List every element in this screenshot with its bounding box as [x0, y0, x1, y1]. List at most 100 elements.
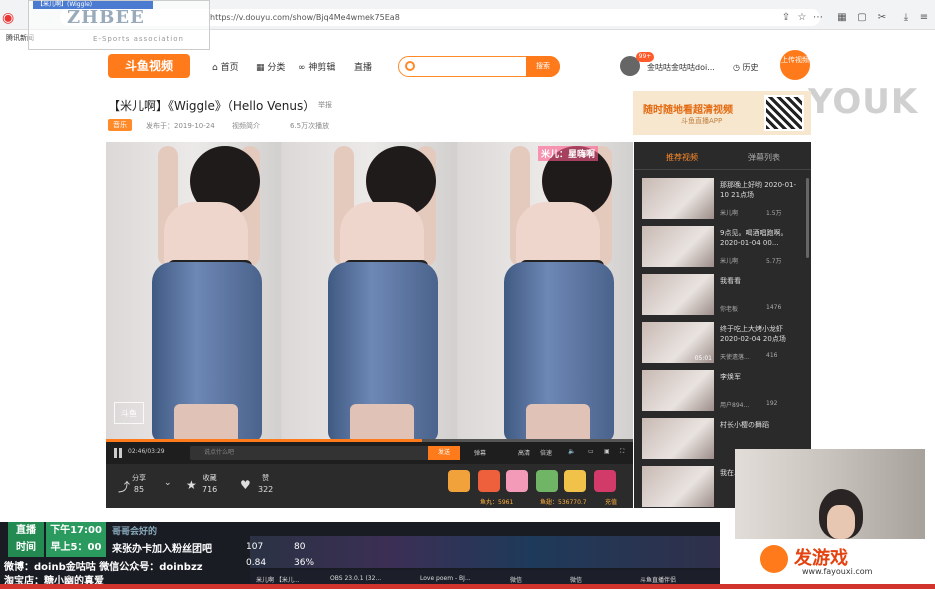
- item-author[interactable]: 米儿啊: [720, 256, 738, 265]
- ad-line1: 随时随地看超清视频: [643, 105, 733, 116]
- taskbar-item[interactable]: 米儿啊 【米儿...: [256, 575, 300, 584]
- report-link[interactable]: 举报: [318, 100, 332, 110]
- taskbar-item[interactable]: Love poem - BJ...: [420, 575, 471, 582]
- item-title[interactable]: 李焕军: [720, 372, 802, 382]
- share-icon[interactable]: ⤴: [118, 478, 130, 495]
- publish-date: 发布于：2019-10-24: [146, 122, 215, 130]
- recharge-button[interactable]: 充值: [605, 497, 617, 506]
- like-icon[interactable]: ♥: [240, 478, 251, 492]
- item-plays: 1476: [766, 304, 782, 311]
- collect-button[interactable]: 收藏 716: [202, 473, 217, 494]
- share-icon[interactable]: ⇪: [780, 12, 792, 24]
- chevron-down-icon[interactable]: ⌄: [164, 478, 172, 488]
- nav-home[interactable]: ⌂ 首页: [212, 60, 239, 73]
- sidebar-scrollbar[interactable]: [806, 178, 809, 258]
- star-icon[interactable]: ☆: [796, 12, 808, 24]
- list-item[interactable]: 李焕军 用户894... 192: [642, 370, 802, 414]
- social-text: 微博：doinb金咕咕 微信公众号：doinbzz: [4, 562, 203, 573]
- gift-icon[interactable]: [478, 470, 500, 492]
- item-title[interactable]: 9点见。喝酒唱跑啊。2020-01-04 00...: [720, 228, 802, 248]
- video-thumbnail[interactable]: [642, 178, 714, 219]
- site-logo[interactable]: 斗鱼视频: [108, 54, 190, 78]
- collect-icon[interactable]: ★: [186, 478, 197, 492]
- grid-icon[interactable]: ▢: [856, 12, 868, 24]
- like-button[interactable]: 赞 322: [258, 473, 273, 494]
- youku-watermark: YOUK: [808, 82, 919, 122]
- widescreen-icon[interactable]: ▭: [588, 448, 594, 455]
- danmu-input[interactable]: 说点什么吧: [190, 446, 430, 460]
- list-item[interactable]: 9点见。喝酒唱跑啊。2020-01-04 00... 米儿啊 5.7万: [642, 226, 802, 270]
- item-duration: 05:01: [694, 355, 712, 362]
- video-thumbnail[interactable]: 05:01: [642, 322, 714, 363]
- menu-icon[interactable]: ≡: [918, 12, 930, 24]
- list-item[interactable]: 我看看 你老板 1476: [642, 274, 802, 318]
- gift-icon[interactable]: [536, 470, 558, 492]
- item-plays: 192: [766, 400, 778, 407]
- quality-button[interactable]: 高清: [518, 448, 530, 457]
- nav-clips[interactable]: ∞ 神剪辑: [298, 60, 335, 73]
- search-button[interactable]: 搜索: [526, 56, 560, 77]
- apps-icon[interactable]: ▦: [836, 12, 848, 24]
- volume-icon[interactable]: 🔈: [568, 448, 575, 455]
- video-frame-center: [282, 142, 457, 440]
- pause-icon[interactable]: [114, 448, 122, 458]
- fish-wing-balance: 鱼翅：536770.7: [540, 499, 587, 506]
- item-title[interactable]: 村长小樱の舞蹈: [720, 420, 802, 430]
- nav-category[interactable]: ▦ 分类: [256, 60, 285, 73]
- share-button[interactable]: 分享 85: [132, 473, 146, 494]
- video-thumbnail[interactable]: [642, 418, 714, 459]
- gift-icon[interactable]: [506, 470, 528, 492]
- fullscreen-icon[interactable]: ⛶: [620, 448, 624, 456]
- gift-icon[interactable]: [594, 470, 616, 492]
- video-thumbnail[interactable]: [642, 370, 714, 411]
- item-author[interactable]: 天使遗落...: [720, 352, 750, 361]
- video-thumbnail[interactable]: [642, 274, 714, 315]
- pip-icon[interactable]: ▣: [604, 448, 610, 455]
- chat-message: 哥哥会好的: [112, 527, 158, 537]
- item-plays: 5.7万: [766, 258, 782, 265]
- speed-button[interactable]: 倍速: [540, 448, 552, 457]
- search-box[interactable]: 搜索: [398, 56, 560, 77]
- history-link[interactable]: ◷ 历史: [733, 62, 759, 73]
- taskbar-item[interactable]: 微信: [510, 575, 522, 584]
- taskbar-item[interactable]: 斗鱼直播伴侣: [640, 575, 676, 584]
- video-thumbnail[interactable]: [642, 466, 714, 507]
- fayouxi-url: www.fayouxi.com: [802, 567, 873, 576]
- item-title[interactable]: 终于吃上大烤小龙虾 2020-02-04 20点场: [720, 324, 802, 344]
- scissors-icon[interactable]: ✂: [876, 12, 888, 24]
- tab-recommended[interactable]: 推荐视频: [666, 152, 698, 163]
- extension-icon[interactable]: ⋯: [812, 12, 824, 24]
- webcam-face: [827, 505, 855, 539]
- item-author[interactable]: 米儿啊: [720, 208, 738, 217]
- fan-club-text: 来张办卡加入粉丝团吧: [112, 544, 212, 555]
- item-title[interactable]: 那那晚上好哟 2020-01-10 21点场: [720, 180, 802, 200]
- item-author[interactable]: 用户894...: [720, 400, 749, 409]
- nav-live[interactable]: 直播: [354, 60, 372, 73]
- danmu-send-button[interactable]: 发送: [428, 446, 460, 460]
- item-title[interactable]: 我看看: [720, 276, 802, 286]
- bottom-bar: [0, 584, 935, 589]
- ad-line2: 斗鱼直播APP: [681, 117, 723, 125]
- list-item[interactable]: 05:01 终于吃上大烤小龙虾 2020-02-04 20点场 天使遗落... …: [642, 322, 802, 366]
- gift-icon[interactable]: [448, 470, 470, 492]
- taskbar-item[interactable]: 微信: [570, 575, 582, 584]
- video-thumbnail[interactable]: [642, 226, 714, 267]
- fish-ball-balance: 鱼丸：5961: [480, 499, 514, 506]
- game-hud: [250, 536, 720, 568]
- stream-overlay-logo: 【米儿啊】(Wiggle) ZHBEE E-Sports association: [28, 0, 210, 50]
- danmu-toggle[interactable]: 弹幕: [474, 448, 486, 457]
- upload-button[interactable]: 上传视频: [780, 50, 810, 80]
- tab-danmu-list[interactable]: 弹幕列表: [748, 152, 780, 163]
- hud-stat: 0.84: [246, 558, 267, 568]
- item-author[interactable]: 你老板: [720, 304, 738, 313]
- gift-icon[interactable]: [564, 470, 586, 492]
- sidebar-tabs: 推荐视频 弹幕列表: [634, 142, 811, 170]
- video-player[interactable]: [106, 142, 633, 440]
- video-intro-link[interactable]: 视频简介: [232, 121, 260, 131]
- download-icon[interactable]: ⤓: [900, 12, 912, 24]
- overlay-brand: ZHBEE: [67, 7, 145, 28]
- category-tag[interactable]: 音乐: [108, 119, 132, 131]
- list-item[interactable]: 那那晚上好哟 2020-01-10 21点场 米儿啊 1.5万: [642, 178, 802, 222]
- taskbar-item[interactable]: OBS 23.0.1 (32...: [330, 575, 381, 582]
- username[interactable]: 金咕咕金咕咕doi...: [647, 62, 715, 73]
